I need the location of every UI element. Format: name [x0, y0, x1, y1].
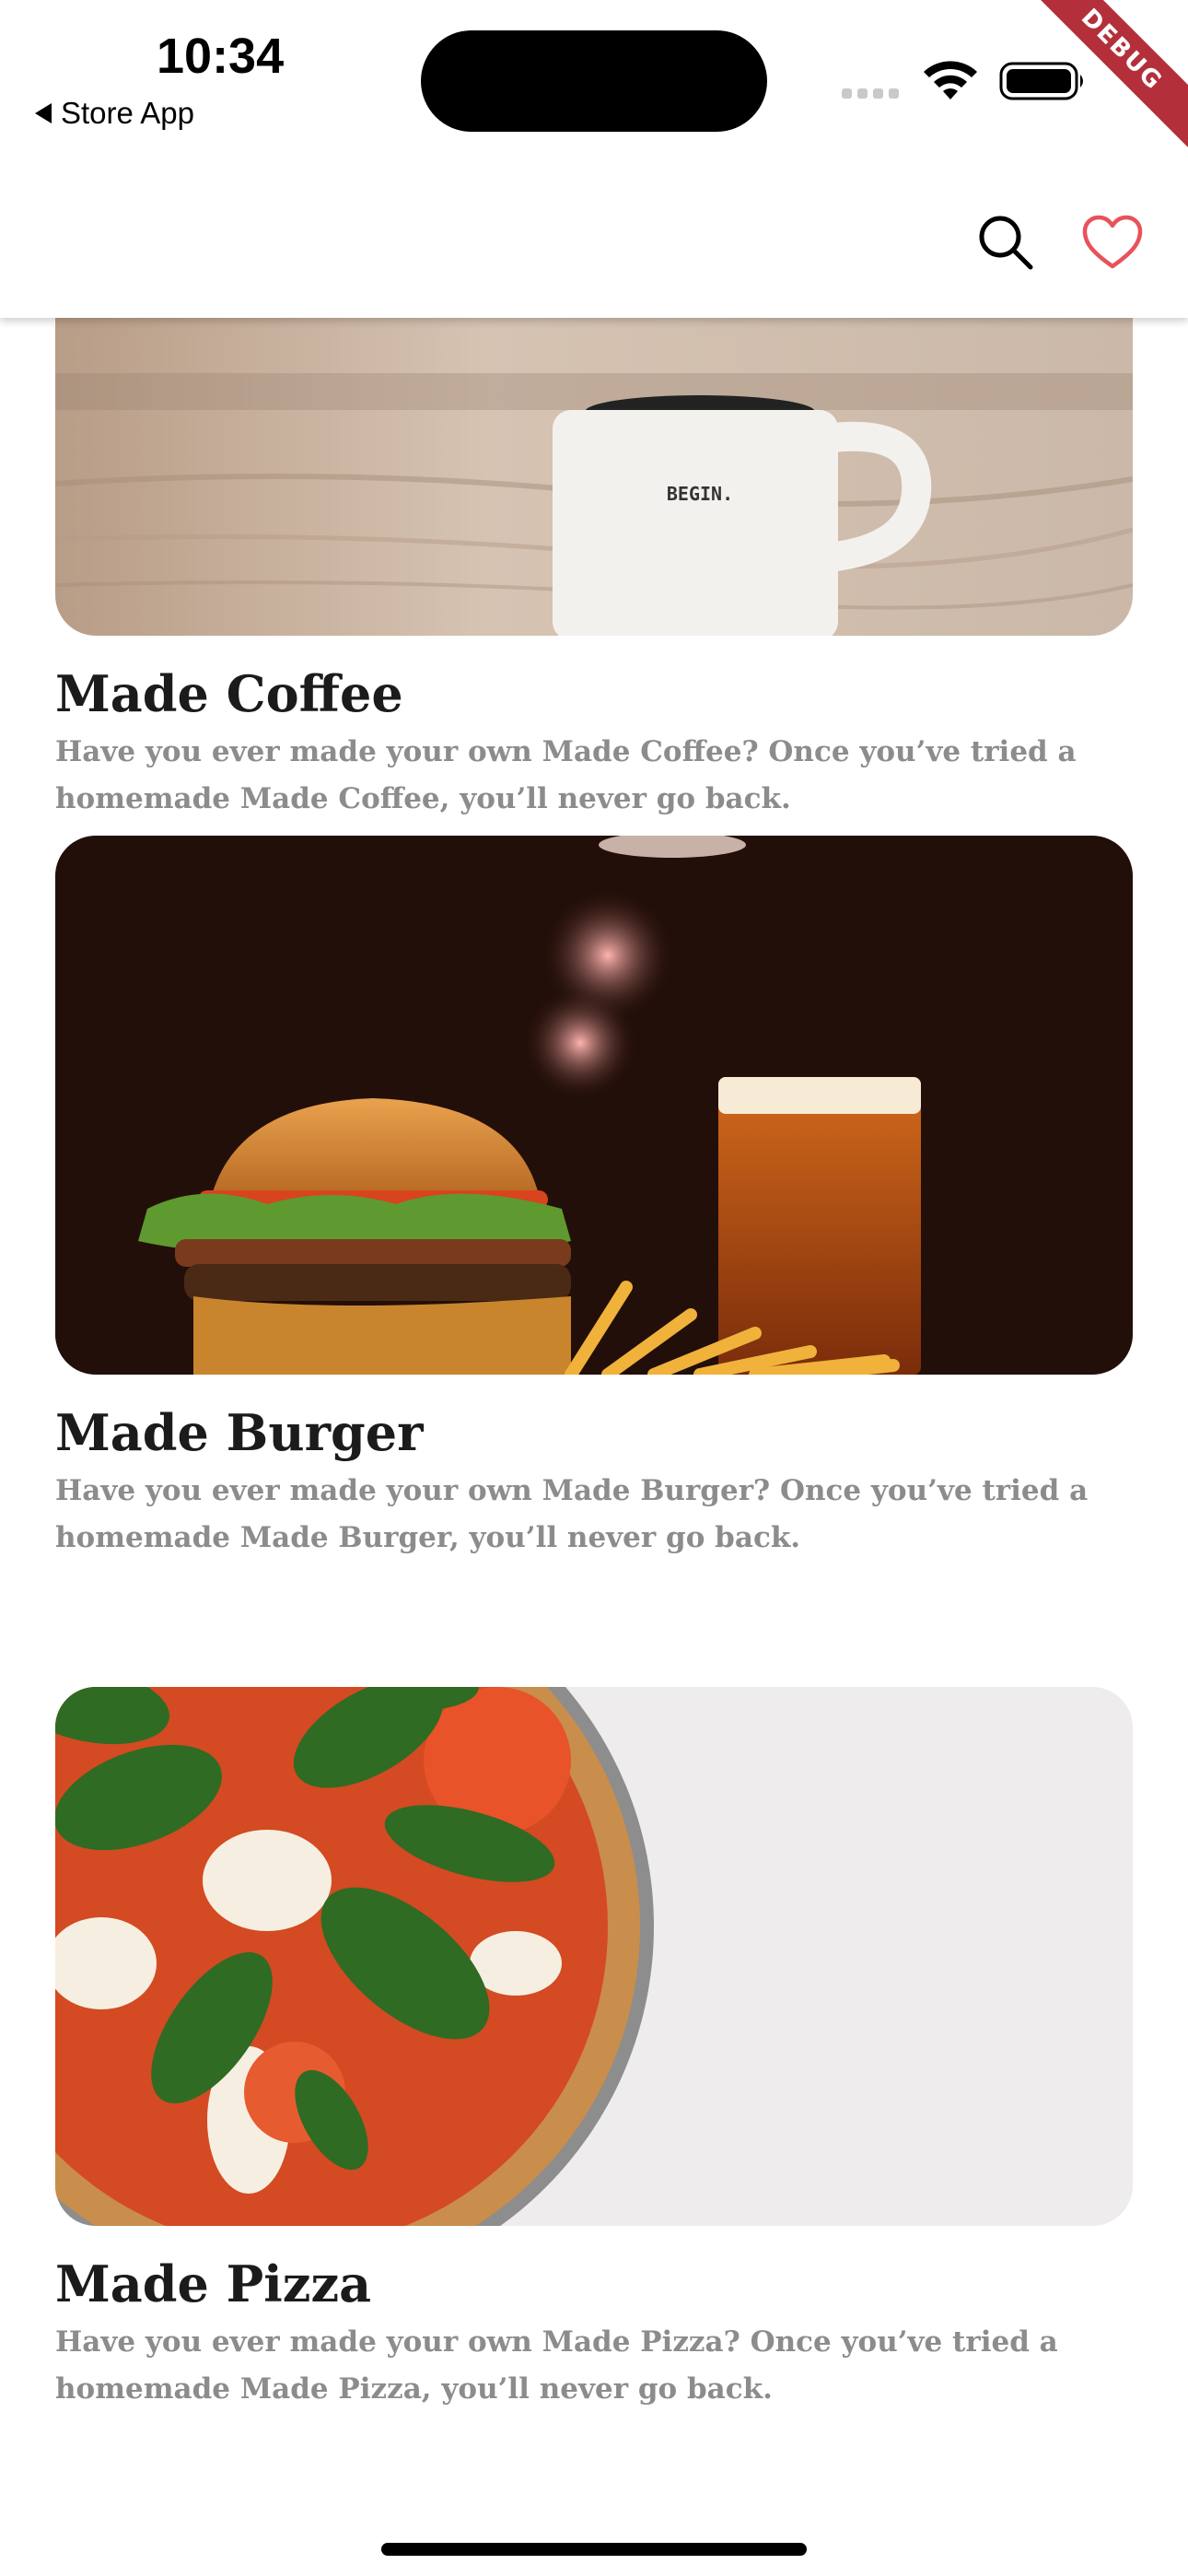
- back-to-app-button[interactable]: Store App: [35, 96, 194, 131]
- mug-text: BEGIN.: [667, 483, 733, 505]
- coffee-image: BEGIN.: [55, 318, 1133, 636]
- search-icon: [979, 216, 1033, 270]
- card-title: Made Burger: [55, 1403, 424, 1462]
- recipe-list[interactable]: BEGIN. Made Coffee Have you ever made yo…: [0, 318, 1188, 2576]
- favorites-button[interactable]: [1076, 205, 1149, 279]
- recipe-card-coffee[interactable]: BEGIN. Made Coffee Have you ever made yo…: [55, 318, 1133, 815]
- card-description: Have you ever made your own Made Burger?…: [55, 1474, 1089, 1554]
- pizza-image: [55, 1687, 1133, 2226]
- back-app-label: Store App: [61, 96, 194, 130]
- wifi-icon: [924, 61, 977, 100]
- home-indicator[interactable]: [381, 2543, 807, 2556]
- status-time: 10:34: [157, 29, 285, 84]
- app-bar: [0, 161, 1188, 318]
- heart-outline-icon: [1082, 215, 1143, 269]
- card-description: Have you ever made your own Made Pizza? …: [55, 2325, 1058, 2406]
- battery-icon: [999, 62, 1083, 100]
- card-description: Have you ever made your own Made Coffee?…: [55, 735, 1077, 815]
- recipe-card-pizza[interactable]: Made Pizza Have you ever made your own M…: [55, 1687, 1133, 2406]
- status-bar: 10:34 Store App: [0, 0, 1188, 161]
- dynamic-island: [421, 30, 767, 132]
- recipe-card-burger[interactable]: Made Burger Have you ever made your own …: [55, 836, 1133, 1554]
- burger-image: [55, 836, 1133, 1375]
- card-title: Made Coffee: [55, 664, 403, 723]
- card-title: Made Pizza: [55, 2254, 372, 2313]
- cellular-signal-icon: [842, 88, 899, 99]
- back-arrow-icon: [35, 103, 52, 123]
- search-button[interactable]: [969, 205, 1042, 279]
